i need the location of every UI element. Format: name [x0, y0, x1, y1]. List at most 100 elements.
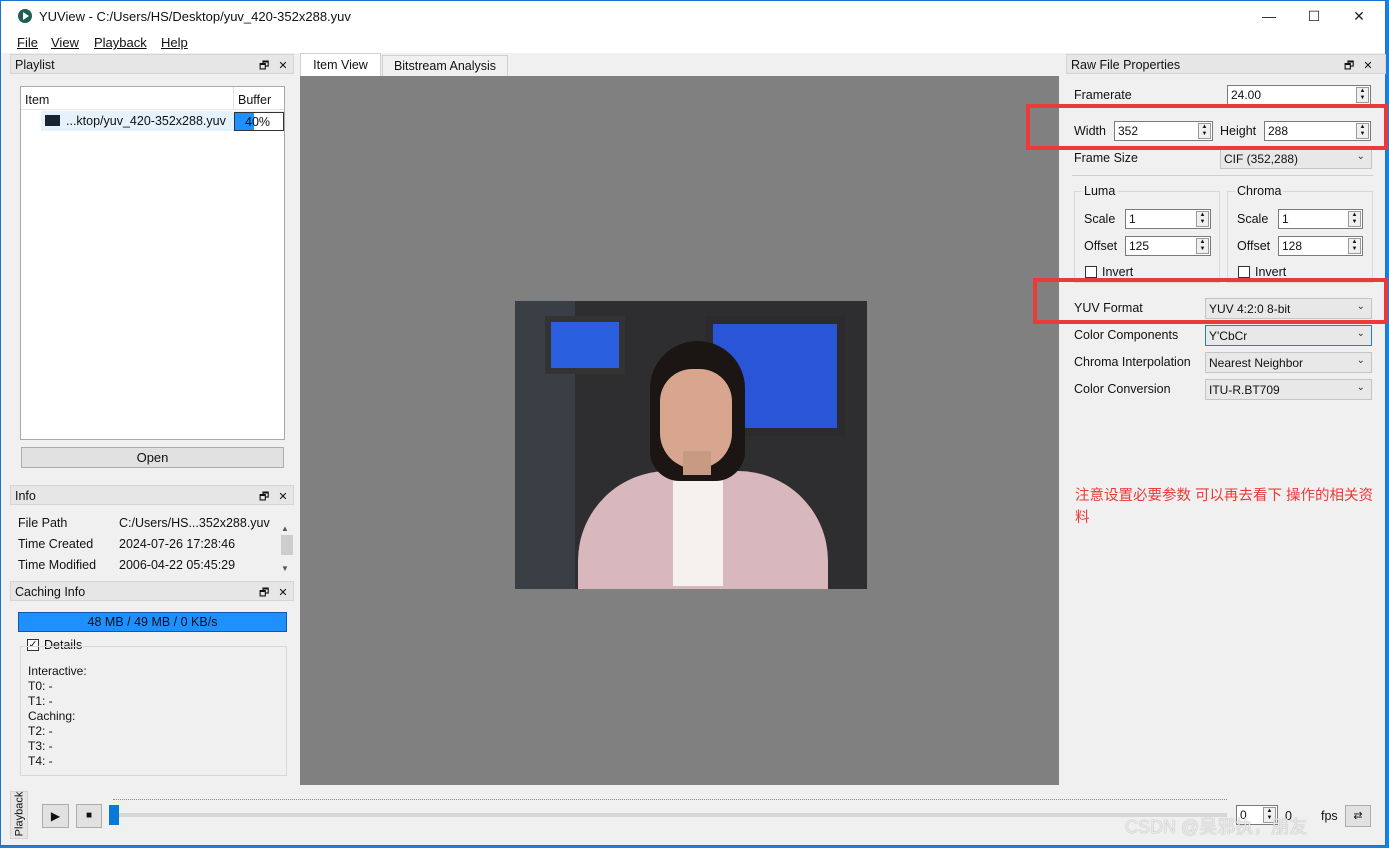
- tab-bitstream-analysis[interactable]: Bitstream Analysis: [382, 55, 508, 76]
- frame-size-value: CIF (352,288): [1224, 152, 1299, 166]
- frame-size-select[interactable]: CIF (352,288) ⌄: [1220, 148, 1372, 169]
- menu-help[interactable]: Help: [161, 35, 188, 50]
- chroma-interpolation-label: Chroma Interpolation: [1074, 355, 1191, 369]
- info-value: C:/Users/HS...352x288.yuv: [119, 516, 270, 530]
- chroma-invert-checkbox[interactable]: [1238, 266, 1250, 278]
- fps-label: fps: [1321, 809, 1338, 823]
- playback-dock-label: Playback: [13, 791, 26, 837]
- chroma-offset-value: 128: [1282, 239, 1303, 253]
- chroma-scale-spinbox[interactable]: 1 ▲ ▼: [1278, 209, 1363, 229]
- video-frame: [515, 301, 867, 589]
- app-logo-icon: [18, 9, 32, 23]
- open-button[interactable]: Open: [21, 447, 284, 468]
- menu-playback[interactable]: Playback: [94, 35, 147, 50]
- framerate-label: Framerate: [1074, 88, 1132, 102]
- dock-float-close-icons[interactable]: 🗗✕: [259, 584, 297, 603]
- scroll-up-icon[interactable]: ▲: [281, 524, 289, 533]
- buffer-progress: 40%: [234, 112, 284, 131]
- luma-offset-spinbox[interactable]: 125 ▲ ▼: [1125, 236, 1211, 256]
- cache-detail-line: T4: -: [28, 754, 53, 768]
- spin-arrows-icon[interactable]: ▲ ▼: [1348, 238, 1361, 254]
- window-title: YUView - C:/Users/HS/Desktop/yuv_420-352…: [39, 9, 351, 24]
- caching-title: Caching Info: [15, 585, 86, 599]
- info-scrollbar[interactable]: ▲ ▼: [280, 521, 294, 577]
- color-components-value: Y'CbCr: [1209, 329, 1248, 343]
- framerate-value: 24.00: [1231, 88, 1262, 102]
- playlist-item[interactable]: ...ktop/yuv_420-352x288.yuv 40%: [41, 111, 284, 131]
- chroma-offset-spinbox[interactable]: 128 ▲ ▼: [1278, 236, 1363, 256]
- spin-arrows-icon[interactable]: ▲ ▼: [1196, 238, 1209, 254]
- luma-scale-spinbox[interactable]: 1 ▲ ▼: [1125, 209, 1211, 229]
- minimize-icon[interactable]: —: [1246, 1, 1292, 32]
- frame-size-label: Frame Size: [1074, 151, 1138, 165]
- cache-detail-line: T0: -: [28, 679, 53, 693]
- watermark-text: CSDN @吴邪执，朋友: [1125, 817, 1308, 837]
- properties-title: Raw File Properties: [1071, 58, 1181, 72]
- chroma-scale-value: 1: [1282, 212, 1289, 226]
- spin-arrows-icon[interactable]: ▲ ▼: [1348, 211, 1361, 227]
- tab-item-view[interactable]: Item View: [300, 53, 381, 76]
- spin-arrows-icon[interactable]: ▲ ▼: [1356, 87, 1369, 103]
- chevron-down-icon: ⌄: [1356, 382, 1365, 393]
- dock-float-close-icons[interactable]: 🗗✕: [1344, 57, 1382, 76]
- info-panel: File Path C:/Users/HS...352x288.yuv Time…: [10, 506, 294, 578]
- cache-detail-line: T2: -: [28, 724, 53, 738]
- app-window: YUView - C:/Users/HS/Desktop/yuv_420-352…: [0, 0, 1388, 846]
- column-divider: [233, 87, 234, 110]
- frame-slider-handle[interactable]: [109, 805, 119, 825]
- maximize-icon[interactable]: ☐: [1291, 1, 1337, 32]
- video-file-icon: [45, 115, 60, 126]
- luma-scale-value: 1: [1129, 212, 1136, 226]
- title-bar: YUView - C:/Users/HS/Desktop/yuv_420-352…: [1, 1, 1385, 32]
- cache-progress-bar: 48 MB / 49 MB / 0 KB/s: [18, 612, 287, 632]
- menu-bar: File View Playback Help: [1, 32, 1385, 53]
- playlist-item-name: ...ktop/yuv_420-352x288.yuv: [66, 114, 226, 128]
- annotation-box-format: [1033, 278, 1388, 324]
- luma-invert-checkbox[interactable]: [1085, 266, 1097, 278]
- play-button[interactable]: ▶: [42, 804, 69, 828]
- annotation-box-size: [1026, 104, 1388, 150]
- anchor-neck: [683, 451, 711, 475]
- cache-detail-line: Interactive:: [28, 664, 87, 678]
- chroma-invert-label: Invert: [1255, 265, 1287, 279]
- chroma-offset-label: Offset: [1237, 239, 1271, 253]
- column-item[interactable]: Item: [25, 93, 49, 107]
- playlist-tree[interactable]: Item Buffer ...ktop/yuv_420-352x288.yuv …: [20, 86, 285, 440]
- info-key: File Path: [18, 516, 68, 530]
- stop-button[interactable]: ■: [76, 804, 102, 828]
- chroma-interpolation-value: Nearest Neighbor: [1209, 356, 1304, 370]
- playlist-dock-title[interactable]: Playlist 🗗✕: [10, 54, 294, 74]
- info-key: Time Created: [18, 537, 94, 551]
- caching-dock-title[interactable]: Caching Info 🗗✕: [10, 581, 294, 601]
- cache-detail-line: Caching:: [28, 709, 76, 723]
- playlist-title: Playlist: [15, 58, 55, 72]
- repeat-button[interactable]: ⇄: [1345, 805, 1371, 827]
- details-group: Interactive: T0: - T1: - Caching: T2: - …: [20, 646, 287, 776]
- dock-float-close-icons[interactable]: 🗗✕: [259, 488, 297, 507]
- close-icon[interactable]: ✕: [1336, 1, 1382, 32]
- info-dock-title[interactable]: Info 🗗✕: [10, 485, 294, 505]
- playback-dock-tab[interactable]: Playback: [10, 791, 28, 839]
- luma-offset-value: 125: [1129, 239, 1150, 253]
- info-value: 2024-07-26 17:28:46: [119, 537, 236, 551]
- chroma-title: Chroma: [1235, 184, 1284, 198]
- frame-slider-track[interactable]: [113, 813, 1227, 817]
- dock-float-close-icons[interactable]: 🗗✕: [259, 57, 297, 76]
- color-conversion-label: Color Conversion: [1074, 382, 1171, 396]
- color-conversion-select[interactable]: ITU-R.BT709 ⌄: [1205, 379, 1372, 400]
- scrollbar-thumb[interactable]: [281, 535, 293, 555]
- spin-arrows-icon[interactable]: ▲ ▼: [1196, 211, 1209, 227]
- scroll-down-icon[interactable]: ▼: [281, 564, 289, 573]
- menu-view[interactable]: View: [51, 35, 79, 50]
- framerate-spinbox[interactable]: 24.00 ▲ ▼: [1227, 85, 1371, 105]
- video-viewer[interactable]: [300, 76, 1059, 785]
- luma-scale-label: Scale: [1084, 212, 1116, 226]
- column-buffer[interactable]: Buffer: [238, 93, 271, 107]
- luma-offset-label: Offset: [1084, 239, 1118, 253]
- chroma-scale-label: Scale: [1237, 212, 1269, 226]
- info-title: Info: [15, 489, 36, 503]
- color-components-select[interactable]: Y'CbCr ⌄: [1205, 325, 1372, 346]
- properties-dock-title[interactable]: Raw File Properties 🗗✕: [1066, 54, 1386, 74]
- menu-file[interactable]: File: [17, 35, 38, 50]
- chroma-interpolation-select[interactable]: Nearest Neighbor ⌄: [1205, 352, 1372, 373]
